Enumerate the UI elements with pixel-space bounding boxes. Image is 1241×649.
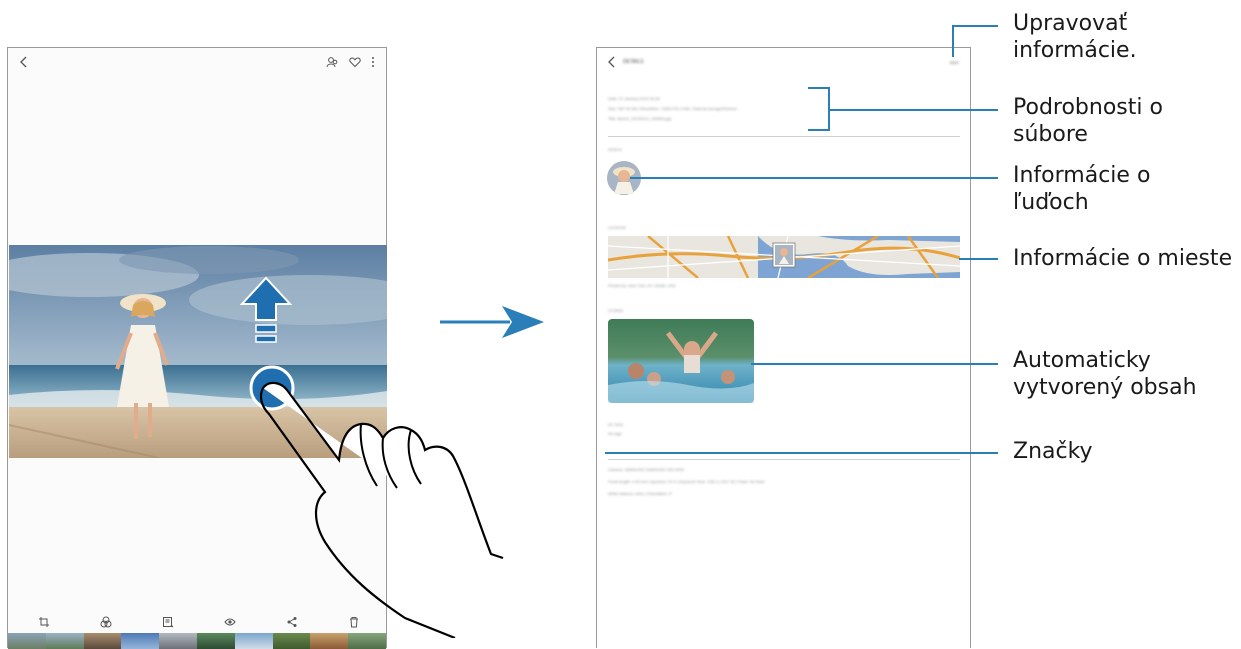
callout-location: Informácie o mieste — [1013, 246, 1233, 271]
bixby-vision-icon[interactable] — [224, 616, 236, 628]
story-card[interactable] — [608, 319, 754, 403]
location-caption: Printed by: New York, NY 10036, USA — [608, 283, 676, 288]
callout-people: Informácie o ľuďoch — [1013, 163, 1151, 215]
tags-leader — [605, 452, 998, 454]
camera-info-line: Camera: SAMSUNG SAMSUNG SM-X00X — [608, 467, 685, 472]
file-info-line: Size: 987.00 KB | Resolution: 1280x720 |… — [608, 106, 737, 111]
callout-auto-content: Automaticky vytvorený obsah — [1013, 348, 1197, 400]
camera-info-line: White balance: Auto | Orientation: 0° — [608, 491, 673, 496]
tags-heading: MY TAGS — [608, 423, 624, 427]
thumbnail[interactable] — [83, 633, 122, 649]
callout-tags: Značky — [1013, 439, 1093, 464]
file-info-line: Date: 21 January 2019 09:28 — [608, 96, 660, 101]
people-leader — [630, 177, 998, 179]
edit-icon[interactable] — [38, 616, 50, 628]
details-title: DETAILS — [623, 59, 644, 65]
more-icon[interactable] — [370, 56, 376, 68]
callout-file: Podrobnosti o súbore — [1013, 95, 1163, 147]
location-map[interactable] — [608, 236, 960, 278]
thumbnail[interactable] — [196, 633, 235, 649]
divider — [608, 459, 960, 460]
thumbnail[interactable] — [159, 633, 197, 649]
people-icon[interactable] — [326, 56, 338, 68]
details-icon[interactable] — [162, 616, 174, 628]
back-icon[interactable] — [19, 56, 29, 68]
people-heading: PEOPLE — [608, 148, 623, 152]
hand-icon — [259, 381, 504, 638]
thumbnail[interactable] — [8, 633, 46, 649]
file-info-line: Title: Beach_20190121_092800.jpg — [608, 116, 672, 121]
tags-value[interactable]: No tags — [608, 431, 622, 437]
location-heading: LOCATION — [608, 226, 626, 230]
callout-edit: Upravovať informácie. — [1013, 11, 1137, 63]
divider — [608, 136, 960, 137]
right-screen: DETAILS EDIT Date: 21 January 2019 09:28… — [596, 47, 971, 648]
thumbnail[interactable] — [45, 633, 84, 649]
thumbnail[interactable] — [121, 633, 160, 649]
auto-content-leader — [751, 363, 998, 365]
edit-button[interactable]: EDIT — [950, 60, 959, 66]
transition-arrow-icon — [440, 306, 544, 338]
location-leader — [959, 258, 998, 260]
stories-heading: STORIES — [608, 309, 624, 313]
filters-icon[interactable] — [100, 616, 112, 628]
swipe-up-arrow-icon — [239, 276, 293, 343]
camera-info-line: Focal length: 4.00 mm | Aperture: f/2.4 … — [608, 479, 765, 484]
heart-icon[interactable] — [349, 56, 361, 68]
back-icon[interactable] — [607, 56, 617, 68]
